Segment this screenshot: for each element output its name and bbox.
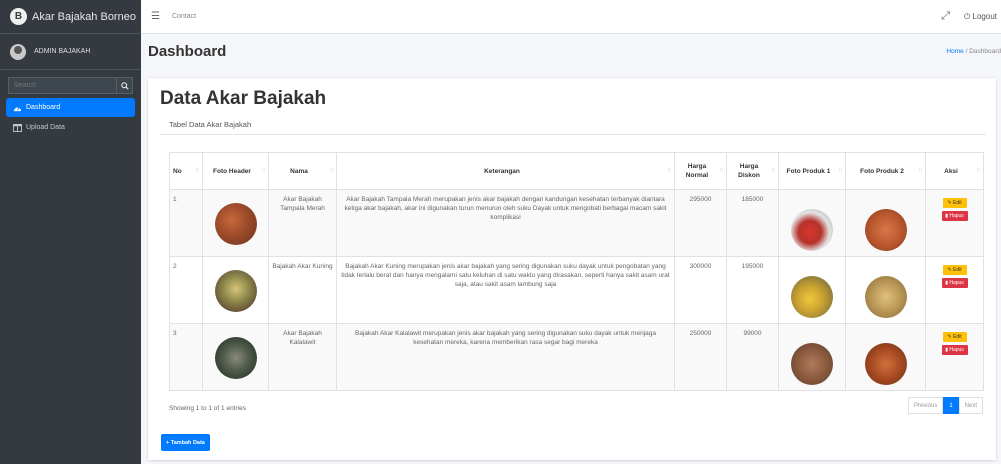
edit-icon: ✎: [947, 334, 952, 340]
trash-icon: ▮: [945, 213, 948, 219]
search-input[interactable]: [8, 77, 116, 94]
cell-foto-produk-2: [845, 256, 926, 324]
column-header-foto-produk-2[interactable]: Foto Produk 2 ↑↓: [845, 152, 926, 190]
cell-aksi: ✎ Edit ▮ Hapus: [925, 256, 984, 324]
cell-keterangan: Bajakah Akar Kuning merupakan jenis akar…: [336, 256, 675, 324]
root-photo-image: [214, 337, 257, 379]
sidebar-item-upload-data[interactable]: Upload Data: [6, 118, 135, 137]
divider: [160, 134, 986, 135]
cell-aksi: ✎ Edit ▮ Hapus: [925, 323, 984, 391]
table-row: 3 Akar Bajakah Kalalawit Bajakah Akar Ka…: [169, 323, 984, 391]
search-icon[interactable]: [116, 77, 133, 94]
brand-link[interactable]: B Akar Bajakah Borneo: [0, 0, 141, 34]
cell-foto-header: [202, 189, 269, 257]
edit-button[interactable]: ✎ Edit: [942, 265, 967, 275]
cell-keterangan: Akar Bajakah Tampala Merah merupakan jen…: [336, 189, 675, 257]
delete-button[interactable]: ▮ Hapus: [941, 211, 968, 221]
cell-harga-normal: 295000: [674, 189, 727, 257]
cell-nama: Akar Bajakah Kalalawit: [268, 323, 337, 391]
product-photo-image: [791, 276, 833, 318]
cell-nama: Bajakah Akar Kuning: [268, 256, 337, 324]
product-photo-image: [864, 343, 907, 385]
data-card: Data Akar Bajakah Tabel Data Akar Bajaka…: [148, 78, 996, 460]
cell-foto-header: [202, 256, 269, 324]
column-header-harga-normal[interactable]: Harga Normal ↑↓: [674, 152, 727, 190]
cell-foto-produk-1: [778, 323, 846, 391]
sidebar-item-label: Dashboard: [26, 104, 61, 111]
column-header-nama[interactable]: Nama ↑↓: [268, 152, 337, 190]
power-icon: ⏻: [963, 11, 971, 21]
cell-harga-diskon: 195000: [726, 256, 779, 324]
column-header-foto-header[interactable]: Foto Header ↑↓: [202, 152, 269, 190]
cell-foto-header: [202, 323, 269, 391]
table-row: 2 Bajakah Akar Kuning Bajakah Akar Kunin…: [169, 256, 984, 324]
table-info: Showing 1 to 1 of 1 entries: [169, 405, 246, 412]
edit-button[interactable]: ✎ Edit: [942, 198, 967, 208]
card-subtitle: Tabel Data Akar Bajakah: [169, 120, 252, 129]
root-photo-image: [214, 270, 257, 312]
brand-name: Akar Bajakah Borneo: [32, 10, 136, 23]
edit-icon: ✎: [947, 200, 952, 206]
table-row: 1 Akar Bajakah Tampala Merah Akar Bajaka…: [169, 189, 984, 257]
column-header-keterangan[interactable]: Keterangan ↑↓: [336, 152, 675, 190]
product-photo-image: [864, 209, 907, 251]
product-photo-image: [864, 276, 907, 318]
cell-harga-diskon: 185000: [726, 189, 779, 257]
delete-button[interactable]: ▮ Hapus: [941, 345, 968, 355]
logout-link[interactable]: ⏻ Logout: [964, 12, 997, 22]
breadcrumb-home[interactable]: Home: [946, 48, 963, 55]
table-icon: [12, 123, 22, 132]
cell-harga-normal: 300000: [674, 256, 727, 324]
breadcrumb: Home / Dashboard: [946, 48, 1001, 55]
fullscreen-icon[interactable]: ⤢: [941, 10, 950, 23]
cell-foto-produk-1: [778, 256, 846, 324]
card-title: Data Akar Bajakah: [160, 88, 327, 109]
pagination: Previous 1 Next: [907, 397, 983, 414]
column-header-no[interactable]: No ↑↓: [169, 152, 203, 190]
delete-button[interactable]: ▮ Hapus: [941, 278, 968, 288]
tachometer-icon: [12, 104, 22, 112]
data-table: No ↑↓ Foto Header ↑↓ Nama ↑↓ Keterangan ↑↓ H…: [169, 152, 984, 391]
product-photo-image: [791, 343, 833, 385]
trash-icon: ▮: [945, 347, 948, 353]
brand-logo-icon: B: [10, 8, 27, 25]
contact-link[interactable]: Contact: [172, 13, 196, 20]
cell-foto-produk-2: [845, 323, 926, 391]
sidebar: B Akar Bajakah Borneo ADMIN BAJAKAH Dash…: [0, 0, 141, 464]
sidebar-item-dashboard[interactable]: Dashboard: [6, 98, 135, 117]
product-photo-image: [791, 209, 833, 251]
sidebar-search: [8, 77, 133, 94]
sidebar-item-label: Upload Data: [26, 124, 65, 131]
column-header-foto-produk-1[interactable]: Foto Produk 1 ↑↓: [778, 152, 846, 190]
cell-harga-diskon: 99000: [726, 323, 779, 391]
column-header-harga-diskon[interactable]: Harga Diskon ↑↓: [726, 152, 779, 190]
column-header-aksi[interactable]: Aksi ↑↓: [925, 152, 984, 190]
user-name: ADMIN BAJAKAH: [34, 48, 91, 55]
root-photo-image: [214, 203, 257, 245]
page-title: Dashboard: [148, 43, 227, 60]
content-header: Dashboard Home / Dashboard: [141, 35, 1001, 68]
edit-icon: ✎: [947, 267, 952, 273]
cell-harga-normal: 250000: [674, 323, 727, 391]
pagination-next[interactable]: Next: [958, 397, 983, 414]
menu-toggle-icon[interactable]: ☰: [151, 11, 160, 22]
cell-nama: Akar Bajakah Tampala Merah: [268, 189, 337, 257]
cell-foto-produk-2: [845, 189, 926, 257]
edit-button[interactable]: ✎ Edit: [942, 332, 967, 342]
add-data-button[interactable]: + Tambah Data: [161, 434, 210, 451]
pagination-previous[interactable]: Previous: [907, 397, 944, 414]
cell-foto-produk-1: [778, 189, 846, 257]
top-navbar: ☰ Contact ⤢ ⏻ Logout: [141, 0, 1001, 34]
trash-icon: ▮: [945, 280, 948, 286]
cell-aksi: ✎ Edit ▮ Hapus: [925, 189, 984, 257]
avatar: [10, 43, 26, 60]
pagination-page-1[interactable]: 1: [943, 397, 959, 414]
cell-no: 1: [169, 189, 203, 257]
cell-no: 2: [169, 256, 203, 324]
cell-keterangan: Bajakah Akar Kalalawit merupakan jenis a…: [336, 323, 675, 391]
user-panel[interactable]: ADMIN BAJAKAH: [0, 34, 141, 70]
breadcrumb-current: Dashboard: [969, 48, 1001, 55]
cell-no: 3: [169, 323, 203, 391]
